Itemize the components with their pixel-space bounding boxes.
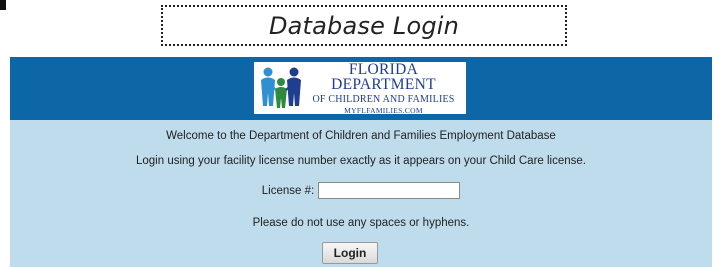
welcome-text: Welcome to the Department of Children an… bbox=[166, 130, 556, 142]
logo-text: FLORIDA DEPARTMENT OF CHILDREN AND FAMIL… bbox=[304, 62, 466, 115]
license-label: License #: bbox=[261, 184, 315, 197]
logo-line-2: OF CHILDREN AND FAMILIES bbox=[312, 93, 455, 105]
license-number-input[interactable] bbox=[318, 182, 461, 199]
logo-line-3: MYFLFAMILIES.COM bbox=[344, 105, 423, 115]
dcf-logo: FLORIDA DEPARTMENT OF CHILDREN AND FAMIL… bbox=[254, 62, 466, 114]
page-title-box: Database Login bbox=[161, 5, 567, 46]
login-panel: Welcome to the Department of Children an… bbox=[10, 120, 712, 267]
page-title: Database Login bbox=[268, 11, 460, 40]
hint-text: Please do not use any spaces or hyphens. bbox=[252, 217, 470, 229]
logo-line-1: FLORIDA DEPARTMENT bbox=[331, 60, 436, 94]
family-figures-icon bbox=[261, 67, 301, 108]
login-button[interactable]: Login bbox=[322, 242, 378, 264]
header-band: FLORIDA DEPARTMENT OF CHILDREN AND FAMIL… bbox=[10, 57, 712, 120]
corner-mark bbox=[0, 0, 6, 10]
page: Database Login FLORIDA DEPARTMENT OF CHI… bbox=[0, 0, 721, 267]
license-row: License #: bbox=[10, 182, 712, 199]
instruction-text: Login using your facility license number… bbox=[135, 155, 586, 167]
